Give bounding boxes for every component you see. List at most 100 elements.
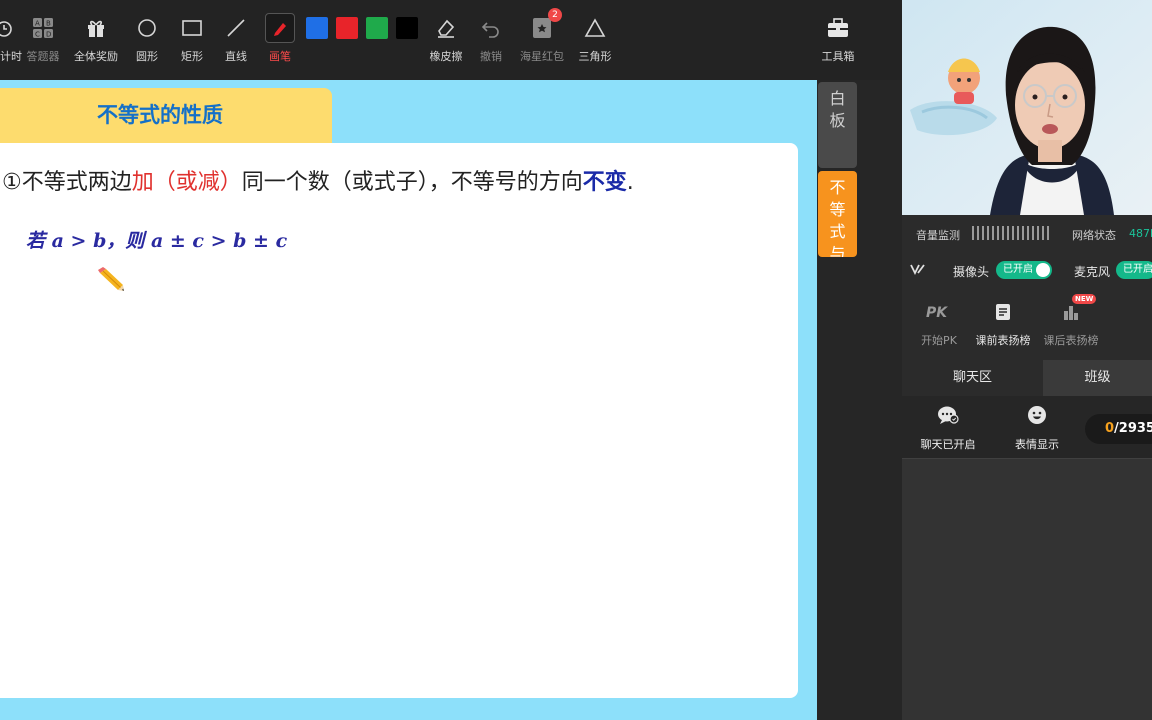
svg-text:C: C	[35, 31, 40, 39]
camera-toggle[interactable]: 已开启	[996, 261, 1052, 279]
property-formula: 若 a > b，则 a ± c > b ± c	[26, 230, 288, 252]
toolbox-label: 工具箱	[821, 50, 855, 63]
rule-suffix: .	[626, 170, 634, 195]
answer-card-tool[interactable]: ABCD 答题器	[22, 14, 64, 64]
collapse-icon[interactable]	[910, 262, 926, 279]
pencil-cursor-icon	[96, 267, 126, 297]
toolbox-icon	[816, 14, 860, 42]
whiteboard-canvas[interactable]: 不等式的性质 ①不等式两边加（或减）同一个数（或式子），不等号的方向不变. 若 …	[0, 80, 817, 720]
tab-class[interactable]: 班级	[1043, 360, 1152, 396]
rule-prefix: ①不等式两边	[2, 170, 132, 195]
network-value: 487k	[1129, 227, 1152, 240]
timer-icon	[0, 14, 22, 42]
chat-counter: 0/2935	[1085, 414, 1152, 444]
network-label: 网络状态	[1072, 229, 1116, 242]
red-packet-icon: 2	[530, 8, 562, 42]
camera-toggle-state: 已开启	[1003, 264, 1033, 275]
triangle-icon	[574, 14, 616, 42]
pre-class-praise-button[interactable]: 课前表扬榜	[974, 300, 1032, 348]
emoji-display-button[interactable]: 表情显示	[1010, 404, 1064, 452]
pen-tool[interactable]: 画笔	[262, 12, 298, 64]
timer-label: 计时	[0, 50, 22, 63]
answer-card-icon: ABCD	[22, 14, 64, 42]
pk-toolbar: PK 开始PK 课前表扬榜 NEW 课后表扬榜	[902, 290, 1152, 360]
start-pk-button[interactable]: PK 开始PK	[918, 300, 960, 348]
post-class-praise-button[interactable]: NEW 课后表扬榜	[1042, 294, 1100, 348]
circle-icon	[128, 14, 166, 42]
post-class-praise-label: 课后表扬榜	[1043, 334, 1099, 347]
svg-text:A: A	[35, 20, 40, 28]
eraser-tool[interactable]: 橡皮擦	[424, 14, 468, 64]
color-swatch-black[interactable]	[396, 17, 418, 39]
device-controls: 摄像头 已开启 麦克风 已开启	[902, 253, 1152, 287]
page-tab-whiteboard[interactable]: 白板	[818, 82, 857, 168]
svg-text:PK: PK	[926, 305, 948, 321]
whiteboard-toolbar: 计时 ABCD 答题器 全体奖励 圆形 矩形 直线 画笔 橡皮擦 撤销 2 海星…	[0, 0, 902, 80]
eraser-icon	[424, 14, 468, 42]
volume-meter	[972, 226, 1049, 240]
camera-label: 摄像头	[953, 265, 990, 279]
topic-header: 不等式的性质	[0, 88, 332, 146]
counter-total: /2935	[1114, 421, 1152, 436]
gift-icon	[70, 14, 122, 42]
svg-text:B: B	[46, 20, 51, 28]
page-tabs-strip: 白板 不等式与	[817, 80, 902, 720]
triangle-tool[interactable]: 三角形	[574, 14, 616, 64]
rule-highlight: 加（或减）	[131, 170, 242, 195]
pre-class-praise-label: 课前表扬榜	[975, 334, 1031, 347]
chat-bubble-icon	[916, 404, 980, 426]
mic-toggle-state: 已开启	[1123, 264, 1152, 275]
color-swatch-green[interactable]	[366, 17, 388, 39]
property-rule: ①不等式两边加（或减）同一个数（或式子），不等号的方向不变.	[2, 164, 634, 196]
emoji-display-label: 表情显示	[1015, 438, 1059, 451]
topic-title: 不等式的性质	[97, 103, 223, 127]
reward-all-tool[interactable]: 全体奖励	[70, 14, 122, 64]
praise-list-icon	[974, 300, 1032, 324]
counter-current: 0	[1105, 421, 1115, 436]
line-tool[interactable]: 直线	[217, 14, 255, 64]
triangle-label: 三角形	[578, 50, 612, 63]
rule-middle: 同一个数（或式子），不等号的方向	[241, 170, 583, 195]
start-pk-label: 开始PK	[921, 334, 957, 347]
status-bar: 音量监测 网络状态 487k	[902, 215, 1152, 253]
line-icon	[217, 14, 255, 42]
new-badge: NEW	[1072, 294, 1097, 304]
pk-icon: PK	[918, 300, 960, 324]
rectangle-label: 矩形	[181, 50, 203, 63]
ranking-chart-icon: NEW	[1042, 294, 1100, 324]
reward-all-label: 全体奖励	[74, 50, 118, 63]
chat-controls: 聊天已开启 表情显示 0/2935	[902, 396, 1152, 458]
color-swatch-blue[interactable]	[306, 17, 328, 39]
circle-tool[interactable]: 圆形	[128, 14, 166, 64]
circle-label: 圆形	[136, 50, 158, 63]
page-tab-current[interactable]: 不等式与	[818, 171, 857, 257]
tab-chat[interactable]: 聊天区	[902, 360, 1043, 396]
classroom-app: 计时 ABCD 答题器 全体奖励 圆形 矩形 直线 画笔 橡皮擦 撤销 2 海星…	[0, 0, 1152, 720]
mic-label: 麦克风	[1074, 265, 1111, 279]
red-packet-tool[interactable]: 2 海星红包	[515, 8, 569, 64]
slide-page[interactable]: ①不等式两边加（或减）同一个数（或式子），不等号的方向不变. 若 a > b，则…	[0, 143, 798, 698]
undo-tool[interactable]: 撤销	[473, 14, 509, 64]
color-swatch-red[interactable]	[336, 17, 358, 39]
panel-tabs: 聊天区 班级	[902, 360, 1152, 396]
pen-icon	[262, 12, 298, 44]
line-label: 直线	[225, 50, 247, 63]
undo-icon	[473, 14, 509, 42]
rule-emphasis: 不变	[582, 170, 627, 195]
svg-text:D: D	[46, 31, 51, 39]
undo-label: 撤销	[480, 50, 502, 63]
red-packet-label: 海星红包	[520, 50, 564, 63]
chat-enabled-button[interactable]: 聊天已开启	[916, 404, 980, 452]
rectangle-tool[interactable]: 矩形	[173, 14, 211, 64]
rectangle-icon	[173, 14, 211, 42]
answer-card-label: 答题器	[26, 50, 60, 63]
teacher-camera-feed	[902, 0, 1152, 215]
teacher-side-panel: 音量监测 网络状态 487k 摄像头 已开启 麦克风 已开启	[902, 0, 1152, 720]
chat-message-area[interactable]	[902, 458, 1152, 720]
page-tab-current-label: 不等式与	[829, 178, 846, 257]
timer-tool[interactable]: 计时	[0, 14, 22, 64]
toolbox-tool[interactable]: 工具箱	[816, 14, 860, 64]
red-packet-badge: 2	[548, 8, 562, 22]
eraser-label: 橡皮擦	[429, 50, 463, 63]
mic-toggle[interactable]: 已开启	[1116, 261, 1152, 279]
